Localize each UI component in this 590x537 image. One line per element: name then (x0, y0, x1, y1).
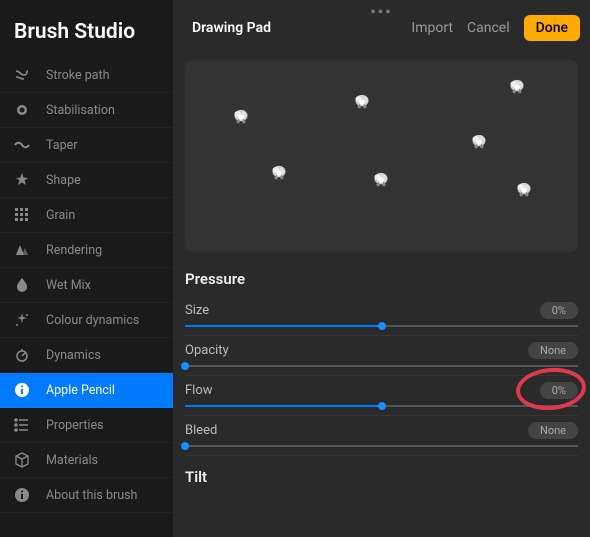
sidebar-item-label: Rendering (46, 243, 102, 258)
sidebar-item-label: Stroke path (46, 68, 110, 83)
brush-stamp (511, 178, 537, 204)
slider[interactable] (185, 325, 578, 327)
sidebar-item-label: Grain (46, 208, 75, 223)
sidebar-item-stroke-path[interactable]: Stroke path (0, 58, 173, 93)
drag-handle-icon[interactable]: ●●● (370, 6, 392, 17)
control-bleed: Bleed None (185, 418, 578, 456)
triangle-icon (14, 242, 30, 258)
sidebar-item-label: Apple Pencil (46, 383, 115, 398)
sidebar-item-shape[interactable]: Shape (0, 163, 173, 198)
pressure-section: Pressure Size 0% Opacity None Flow 0% Bleed Non… (173, 252, 590, 458)
tilt-section: Tilt (173, 458, 590, 496)
import-button[interactable]: Import (411, 20, 453, 36)
sidebar-item-label: Stabilisation (46, 103, 115, 118)
circle-icon (14, 102, 30, 118)
list-icon (14, 417, 30, 433)
sidebar-item-label: Colour dynamics (46, 313, 139, 328)
sidebar-item-dynamics[interactable]: Dynamics (0, 338, 173, 373)
value-pill[interactable]: None (528, 422, 578, 439)
main-panel: ●●● Drawing Pad Import Cancel Done Press… (173, 0, 590, 537)
sidebar-item-label: Properties (46, 418, 104, 433)
control-label: Opacity (185, 343, 229, 358)
control-label: Flow (185, 383, 213, 398)
sidebar: Brush Studio Stroke path Stabilisation Tap… (0, 0, 173, 537)
nav-list: Stroke path Stabilisation Taper Shape Grain R… (0, 58, 173, 513)
about-icon (14, 487, 30, 503)
speed-icon (14, 347, 30, 363)
star-icon (14, 172, 30, 188)
info-icon (14, 382, 30, 398)
app-title: Brush Studio (0, 8, 173, 58)
drop-icon (14, 277, 30, 293)
sidebar-item-about-this-brush[interactable]: About this brush (0, 478, 173, 513)
sidebar-item-label: Materials (46, 453, 98, 468)
drawing-pad-preview[interactable] (185, 60, 578, 252)
sidebar-item-stabilisation[interactable]: Stabilisation (0, 93, 173, 128)
brush-stamp (368, 168, 394, 194)
value-pill[interactable]: 0% (540, 302, 578, 319)
cancel-button[interactable]: Cancel (467, 20, 510, 36)
brush-stamp (504, 75, 530, 101)
brush-stamp (228, 105, 254, 131)
sparkle-icon (14, 312, 30, 328)
drawing-pad-label[interactable]: Drawing Pad (185, 20, 271, 36)
slider[interactable] (185, 445, 578, 447)
sidebar-item-materials[interactable]: Materials (0, 443, 173, 478)
control-size: Size 0% (185, 298, 578, 336)
sidebar-item-apple-pencil[interactable]: Apple Pencil (0, 373, 173, 408)
slider[interactable] (185, 365, 578, 367)
sidebar-item-colour-dynamics[interactable]: Colour dynamics (0, 303, 173, 338)
sidebar-item-grain[interactable]: Grain (0, 198, 173, 233)
sidebar-item-label: Shape (46, 173, 81, 188)
grid-icon (14, 207, 30, 223)
tilt-heading: Tilt (185, 468, 578, 486)
sidebar-item-wet-mix[interactable]: Wet Mix (0, 268, 173, 303)
control-label: Bleed (185, 423, 217, 438)
control-label: Size (185, 303, 209, 318)
wave-icon (14, 137, 30, 153)
done-button[interactable]: Done (524, 15, 580, 41)
brush-stamp (466, 130, 492, 156)
sidebar-item-label: Taper (46, 138, 77, 153)
sidebar-item-rendering[interactable]: Rendering (0, 233, 173, 268)
control-opacity: Opacity None (185, 338, 578, 376)
sidebar-item-properties[interactable]: Properties (0, 408, 173, 443)
brush-stamp (266, 161, 292, 187)
slider[interactable] (185, 405, 578, 407)
value-pill[interactable]: None (528, 342, 578, 359)
path-icon (14, 67, 30, 83)
brush-stamp (349, 90, 375, 116)
sidebar-item-label: About this brush (46, 488, 137, 503)
cube-icon (14, 452, 30, 468)
control-flow: Flow 0% (185, 378, 578, 416)
pressure-heading: Pressure (185, 270, 578, 288)
sidebar-item-taper[interactable]: Taper (0, 128, 173, 163)
sidebar-item-label: Wet Mix (46, 278, 91, 293)
topbar: ●●● Drawing Pad Import Cancel Done (173, 0, 590, 50)
sidebar-item-label: Dynamics (46, 348, 101, 363)
value-pill[interactable]: 0% (540, 382, 578, 399)
